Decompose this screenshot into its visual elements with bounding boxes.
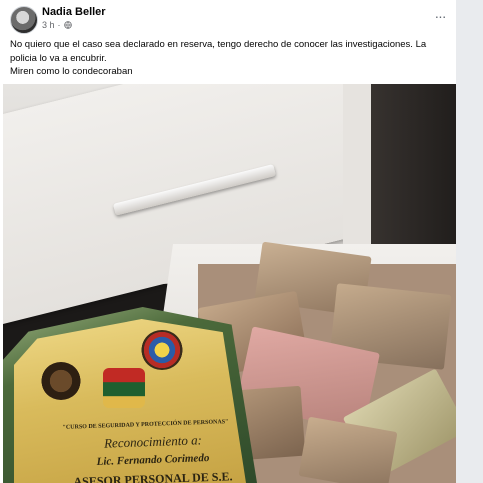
avatar[interactable] bbox=[10, 6, 38, 34]
post-meta: 3 h · bbox=[42, 20, 72, 30]
post-header: Nadia Beller 3 h · ··· bbox=[10, 4, 450, 34]
post-photo[interactable]: "CURSO DE SEGURIDAD Y PROTECCIÓN DE PERS… bbox=[3, 84, 456, 483]
page-gutter bbox=[456, 0, 483, 483]
post-text-line: Miren como lo condecoraban bbox=[10, 66, 133, 77]
post-text-line: policia lo va a encubrir. bbox=[10, 52, 107, 64]
meta-separator: · bbox=[57, 20, 61, 30]
post-text-line: No quiero que el caso sea declarado en r… bbox=[10, 39, 427, 50]
post-timestamp[interactable]: 3 h bbox=[42, 20, 55, 30]
post-text: No quiero que el caso sea declarado en r… bbox=[10, 38, 450, 79]
globe-icon bbox=[63, 21, 72, 29]
coat-of-arms-emblem bbox=[141, 330, 183, 370]
eagle-emblem bbox=[41, 362, 81, 400]
facebook-post: Nadia Beller 3 h · ··· No quiero que el … bbox=[0, 0, 456, 483]
police-shield-emblem bbox=[103, 368, 145, 408]
author-name[interactable]: Nadia Beller bbox=[42, 6, 106, 18]
more-options-button[interactable]: ··· bbox=[430, 8, 450, 28]
